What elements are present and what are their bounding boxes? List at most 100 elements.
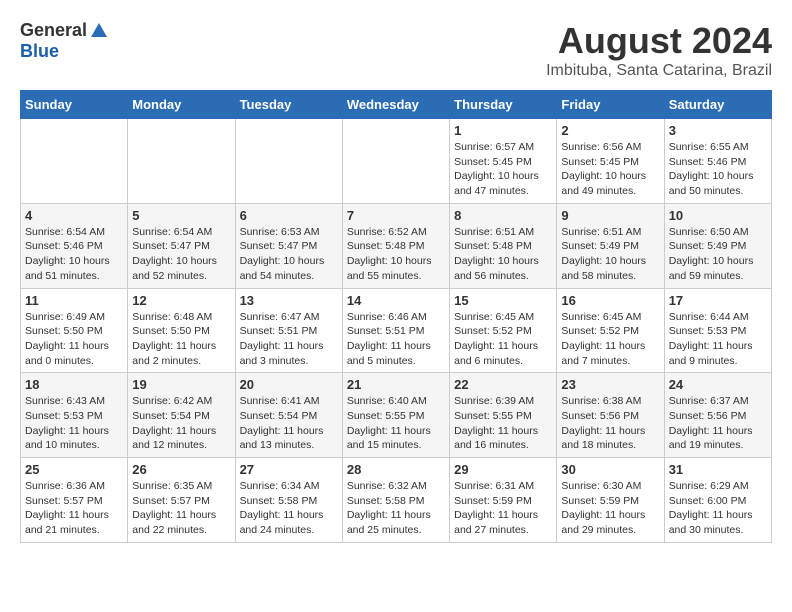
day-info: Sunrise: 6:55 AM Sunset: 5:46 PM Dayligh… xyxy=(669,140,767,199)
day-info: Sunrise: 6:37 AM Sunset: 5:56 PM Dayligh… xyxy=(669,394,767,453)
calendar-cell: 15Sunrise: 6:45 AM Sunset: 5:52 PM Dayli… xyxy=(450,288,557,373)
day-number: 19 xyxy=(132,377,230,392)
day-number: 16 xyxy=(561,293,659,308)
day-info: Sunrise: 6:38 AM Sunset: 5:56 PM Dayligh… xyxy=(561,394,659,453)
calendar-cell xyxy=(128,119,235,204)
calendar-cell: 5Sunrise: 6:54 AM Sunset: 5:47 PM Daylig… xyxy=(128,203,235,288)
calendar-cell: 17Sunrise: 6:44 AM Sunset: 5:53 PM Dayli… xyxy=(664,288,771,373)
day-info: Sunrise: 6:39 AM Sunset: 5:55 PM Dayligh… xyxy=(454,394,552,453)
calendar-cell: 29 Sunrise: 6:31 AM Sunset: 5:59 PM Dayli… xyxy=(450,458,557,543)
day-info: Sunrise: 6:31 AM Sunset: 5:59 PM Dayligh… xyxy=(454,479,552,538)
calendar-cell: 6 Sunrise: 6:53 AM Sunset: 5:47 PM Daylig… xyxy=(235,203,342,288)
calendar-cell: 16 Sunrise: 6:45 AM Sunset: 5:52 PM Dayli… xyxy=(557,288,664,373)
logo: General Blue xyxy=(20,20,109,62)
day-number: 13 xyxy=(240,293,338,308)
calendar-cell: 7 Sunrise: 6:52 AM Sunset: 5:48 PM Daylig… xyxy=(342,203,449,288)
calendar-cell: 14Sunrise: 6:46 AM Sunset: 5:51 PM Dayli… xyxy=(342,288,449,373)
calendar-header-row: SundayMondayTuesdayWednesdayThursdayFrid… xyxy=(21,91,772,119)
day-info: Sunrise: 6:53 AM Sunset: 5:47 PM Dayligh… xyxy=(240,225,338,284)
calendar-cell: 8Sunrise: 6:51 AM Sunset: 5:48 PM Daylig… xyxy=(450,203,557,288)
calendar-cell: 3 Sunrise: 6:55 AM Sunset: 5:46 PM Daylig… xyxy=(664,119,771,204)
main-title: August 2024 xyxy=(546,20,772,62)
calendar-row: 25 Sunrise: 6:36 AM Sunset: 5:57 PM Dayli… xyxy=(21,458,772,543)
day-info: Sunrise: 6:43 AM Sunset: 5:53 PM Dayligh… xyxy=(25,394,123,453)
day-info: Sunrise: 6:48 AM Sunset: 5:50 PM Dayligh… xyxy=(132,310,230,369)
calendar-cell xyxy=(342,119,449,204)
day-info: Sunrise: 6:44 AM Sunset: 5:53 PM Dayligh… xyxy=(669,310,767,369)
calendar-cell: 9 Sunrise: 6:51 AM Sunset: 5:49 PM Daylig… xyxy=(557,203,664,288)
calendar-row: 18 Sunrise: 6:43 AM Sunset: 5:53 PM Dayli… xyxy=(21,373,772,458)
calendar-cell: 23 Sunrise: 6:38 AM Sunset: 5:56 PM Dayli… xyxy=(557,373,664,458)
day-info: Sunrise: 6:41 AM Sunset: 5:54 PM Dayligh… xyxy=(240,394,338,453)
day-number: 4 xyxy=(25,208,123,223)
calendar-header-wednesday: Wednesday xyxy=(342,91,449,119)
calendar-cell: 4 Sunrise: 6:54 AM Sunset: 5:46 PM Daylig… xyxy=(21,203,128,288)
calendar-cell: 20Sunrise: 6:41 AM Sunset: 5:54 PM Dayli… xyxy=(235,373,342,458)
day-number: 26 xyxy=(132,462,230,477)
day-number: 24 xyxy=(669,377,767,392)
subtitle: Imbituba, Santa Catarina, Brazil xyxy=(546,62,772,80)
day-number: 18 xyxy=(25,377,123,392)
calendar-cell: 13Sunrise: 6:47 AM Sunset: 5:51 PM Dayli… xyxy=(235,288,342,373)
day-info: Sunrise: 6:50 AM Sunset: 5:49 PM Dayligh… xyxy=(669,225,767,284)
day-info: Sunrise: 6:54 AM Sunset: 5:47 PM Dayligh… xyxy=(132,225,230,284)
day-info: Sunrise: 6:32 AM Sunset: 5:58 PM Dayligh… xyxy=(347,479,445,538)
day-number: 2 xyxy=(561,123,659,138)
day-info: Sunrise: 6:35 AM Sunset: 5:57 PM Dayligh… xyxy=(132,479,230,538)
day-number: 23 xyxy=(561,377,659,392)
day-number: 6 xyxy=(240,208,338,223)
day-number: 10 xyxy=(669,208,767,223)
day-number: 1 xyxy=(454,123,552,138)
calendar-cell: 19Sunrise: 6:42 AM Sunset: 5:54 PM Dayli… xyxy=(128,373,235,458)
day-info: Sunrise: 6:56 AM Sunset: 5:45 PM Dayligh… xyxy=(561,140,659,199)
day-number: 29 xyxy=(454,462,552,477)
day-info: Sunrise: 6:40 AM Sunset: 5:55 PM Dayligh… xyxy=(347,394,445,453)
title-block: August 2024 Imbituba, Santa Catarina, Br… xyxy=(546,20,772,80)
page-header: General Blue August 2024 Imbituba, Santa… xyxy=(20,20,772,80)
calendar-cell xyxy=(235,119,342,204)
day-info: Sunrise: 6:54 AM Sunset: 5:46 PM Dayligh… xyxy=(25,225,123,284)
calendar-header-tuesday: Tuesday xyxy=(235,91,342,119)
day-number: 27 xyxy=(240,462,338,477)
calendar-cell: 10 Sunrise: 6:50 AM Sunset: 5:49 PM Dayli… xyxy=(664,203,771,288)
calendar-cell: 18 Sunrise: 6:43 AM Sunset: 5:53 PM Dayli… xyxy=(21,373,128,458)
logo-icon xyxy=(89,21,109,41)
day-info: Sunrise: 6:52 AM Sunset: 5:48 PM Dayligh… xyxy=(347,225,445,284)
day-number: 21 xyxy=(347,377,445,392)
calendar-table: SundayMondayTuesdayWednesdayThursdayFrid… xyxy=(20,90,772,543)
day-number: 11 xyxy=(25,293,123,308)
calendar-header-friday: Friday xyxy=(557,91,664,119)
day-number: 9 xyxy=(561,208,659,223)
day-info: Sunrise: 6:34 AM Sunset: 5:58 PM Dayligh… xyxy=(240,479,338,538)
day-number: 25 xyxy=(25,462,123,477)
calendar-row: 4 Sunrise: 6:54 AM Sunset: 5:46 PM Daylig… xyxy=(21,203,772,288)
day-info: Sunrise: 6:45 AM Sunset: 5:52 PM Dayligh… xyxy=(561,310,659,369)
calendar-cell: 30 Sunrise: 6:30 AM Sunset: 5:59 PM Dayli… xyxy=(557,458,664,543)
calendar-row: 11 Sunrise: 6:49 AM Sunset: 5:50 PM Dayli… xyxy=(21,288,772,373)
day-number: 31 xyxy=(669,462,767,477)
calendar-header-thursday: Thursday xyxy=(450,91,557,119)
day-info: Sunrise: 6:49 AM Sunset: 5:50 PM Dayligh… xyxy=(25,310,123,369)
calendar-cell: 11 Sunrise: 6:49 AM Sunset: 5:50 PM Dayli… xyxy=(21,288,128,373)
calendar-cell: 26 Sunrise: 6:35 AM Sunset: 5:57 PM Dayli… xyxy=(128,458,235,543)
calendar-cell: 28Sunrise: 6:32 AM Sunset: 5:58 PM Dayli… xyxy=(342,458,449,543)
calendar-cell xyxy=(21,119,128,204)
day-number: 7 xyxy=(347,208,445,223)
day-info: Sunrise: 6:57 AM Sunset: 5:45 PM Dayligh… xyxy=(454,140,552,199)
calendar-cell: 27 Sunrise: 6:34 AM Sunset: 5:58 PM Dayli… xyxy=(235,458,342,543)
logo-blue-text: Blue xyxy=(20,41,59,62)
day-info: Sunrise: 6:30 AM Sunset: 5:59 PM Dayligh… xyxy=(561,479,659,538)
calendar-cell: 24 Sunrise: 6:37 AM Sunset: 5:56 PM Dayli… xyxy=(664,373,771,458)
calendar-cell: 1 Sunrise: 6:57 AM Sunset: 5:45 PM Daylig… xyxy=(450,119,557,204)
day-info: Sunrise: 6:36 AM Sunset: 5:57 PM Dayligh… xyxy=(25,479,123,538)
day-info: Sunrise: 6:51 AM Sunset: 5:48 PM Dayligh… xyxy=(454,225,552,284)
day-info: Sunrise: 6:51 AM Sunset: 5:49 PM Dayligh… xyxy=(561,225,659,284)
calendar-header-monday: Monday xyxy=(128,91,235,119)
calendar-row: 1 Sunrise: 6:57 AM Sunset: 5:45 PM Daylig… xyxy=(21,119,772,204)
day-info: Sunrise: 6:29 AM Sunset: 6:00 PM Dayligh… xyxy=(669,479,767,538)
day-number: 3 xyxy=(669,123,767,138)
logo-general-text: General xyxy=(20,20,87,41)
day-number: 14 xyxy=(347,293,445,308)
calendar-cell: 22Sunrise: 6:39 AM Sunset: 5:55 PM Dayli… xyxy=(450,373,557,458)
day-number: 30 xyxy=(561,462,659,477)
